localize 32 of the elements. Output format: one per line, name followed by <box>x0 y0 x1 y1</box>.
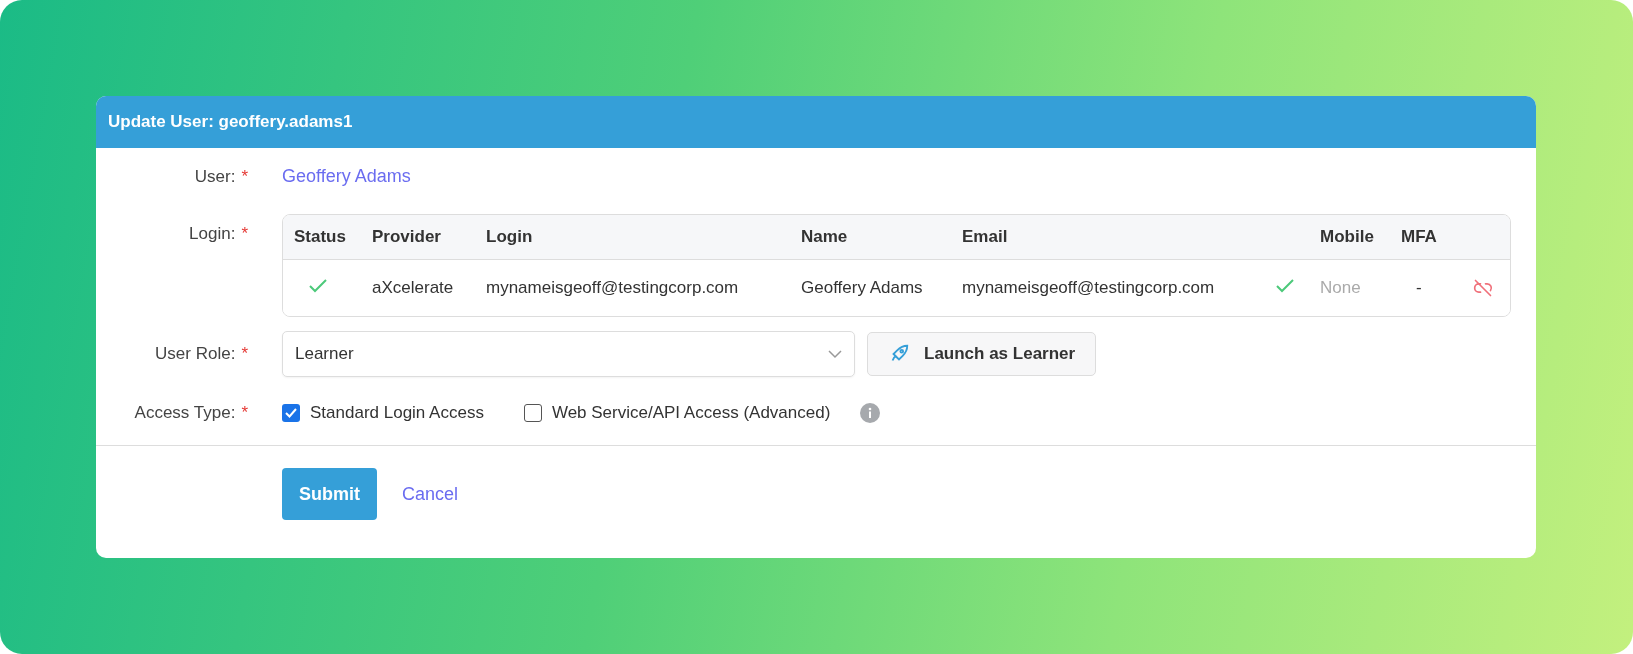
column-header: Mobile <box>1320 227 1375 247</box>
access-checkbox[interactable]: Standard Login Access <box>282 403 484 423</box>
column-header: Email <box>962 227 1009 247</box>
table-cell-text: mynameisgeoff@testingcorp.com <box>962 278 1216 298</box>
required-mark: * <box>241 224 248 244</box>
field-label: User: <box>194 166 236 187</box>
column-header: Login <box>486 227 534 247</box>
access-checkbox[interactable]: Web Service/API Access (Advanced) <box>523 403 831 423</box>
table-cell-text: Geoffery Adams <box>801 278 924 298</box>
field-label: Access Type: <box>134 403 236 423</box>
role-select[interactable]: Learner <box>282 331 855 377</box>
column-header: Name <box>801 227 849 247</box>
required-mark: * <box>241 166 248 187</box>
required-mark: * <box>241 344 248 364</box>
unlink-icon[interactable] <box>1472 278 1494 298</box>
checkmark-icon <box>285 408 297 418</box>
table-cell-text: aXcelerate <box>372 278 455 298</box>
field-label: Login: <box>189 224 236 244</box>
info-icon[interactable] <box>860 403 881 423</box>
cancel-link[interactable]: Cancel <box>402 483 459 505</box>
table-cell-text: mynameisgeoff@testingcorp.com <box>486 278 740 298</box>
required-mark: * <box>241 403 248 423</box>
chevron-icon <box>828 349 842 359</box>
column-header: Provider <box>372 227 442 247</box>
dialog-title: Update User: geoffery.adams1 <box>108 112 353 132</box>
column-header: Status <box>294 227 347 247</box>
user-link[interactable]: Geoffery Adams <box>282 166 411 186</box>
table-cell-text: - <box>1415 278 1423 298</box>
launch-button[interactable]: Launch as Learner <box>867 332 1097 376</box>
column-header: MFA <box>1401 227 1438 247</box>
field-label: User Role: <box>155 344 236 364</box>
table-cell-text: None <box>1320 278 1362 298</box>
